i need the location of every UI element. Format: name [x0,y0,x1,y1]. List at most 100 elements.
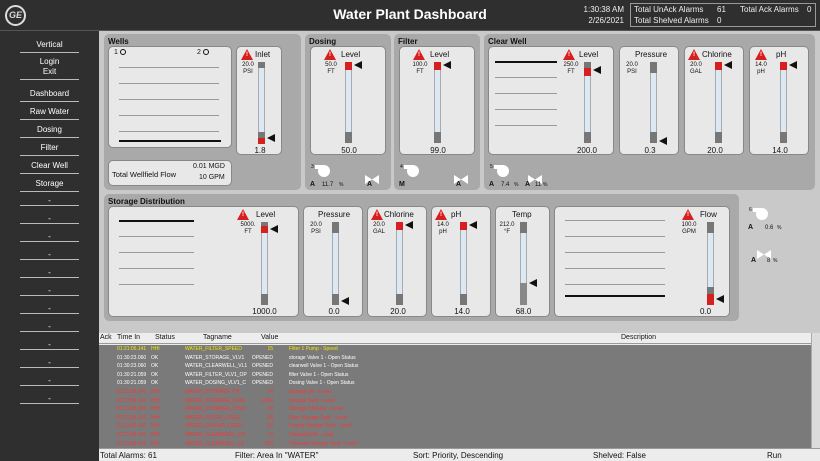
shelved-text[interactable]: Shelved: False [593,451,646,460]
alarm-row[interactable]: 01:21:05.141 HHI WATER_DOSING_LEVEL 50 Dosin… [99,422,811,431]
nav-placeholder[interactable]: - [20,197,79,206]
col-tagname[interactable]: Tagname [203,334,232,341]
alarm-cell-desc: storage Valve 1 - Open Status [289,354,356,361]
nav-placeholder[interactable]: - [20,395,79,404]
clearwell-value: 200.0 [576,146,598,155]
datetime: 1:30:38 AM 2/26/2021 [572,4,624,26]
nav-placeholder[interactable]: - [20,359,79,368]
run-button[interactable]: Run [767,451,782,460]
nav-placeholder[interactable]: - [20,269,79,278]
valve-icon[interactable] [757,246,771,259]
nav-placeholder[interactable]: - [20,287,79,296]
alarm-cell-value: OPENED [251,363,273,370]
dosing-value: 50.0 [341,146,357,155]
ack-label: Total Ack Alarms [740,5,799,14]
tube-cap [434,132,441,143]
alarm-cell-tag: WATER_FILTER_VLV1_OP [185,371,247,378]
trend-grid [565,252,665,253]
total-alarms: Total Alarms: 61 [100,451,157,460]
alarm-row[interactable]: 01:30:23.060 OK WATER_CLEARWELL_VL1 OPENED c… [99,362,811,371]
nav-placeholder[interactable]: - [20,305,79,314]
pump-icon[interactable] [315,164,333,178]
pump-speed-unit: % [339,182,344,188]
alarm-cell-desc: clearwell Valve 1 - Open Status [289,363,359,370]
col-value[interactable]: Value [261,334,278,341]
nav-placeholder[interactable]: - [20,341,79,350]
pressure-tube [332,222,339,305]
alarm-icon [563,49,575,60]
col-ack[interactable]: Ack [100,334,112,341]
alarm-row[interactable]: 01:21:05.141 HHI WATER_STORAGE_PH 14 Storage… [99,388,811,397]
dosing-setpoint: 50.0 FT [325,62,337,75]
chlorine-label: Chlorine [384,210,414,219]
clearwell-chlorine-gauge: Chlorine 20.0GAL 20.0 [684,46,744,155]
alarm-icon [371,209,383,220]
well-1-label: 1 [114,49,118,56]
nav-placeholder[interactable]: - [20,377,79,386]
alarm-cell-time: 01:30:21.059 [117,380,147,387]
valve-percent: 11 [535,182,542,188]
trend-grid [119,67,219,68]
tube-cap [780,132,787,143]
ph-label: pH [451,210,462,219]
nav-exit[interactable]: Exit [20,67,79,77]
pump-icon[interactable] [404,164,422,178]
alarm-cell-tag: WATER_FILTER_LEVEL [185,414,241,421]
ph-tube [780,62,787,143]
flow-setpoint: 100.0 GPM [681,222,697,235]
alarm-row[interactable]: 01:21:05.141 HHI WATER_STORAGE_CHLO 20 Stora… [99,405,811,414]
nav-storage[interactable]: Storage [20,179,79,192]
alarm-row[interactable]: 01:30:23.060 OK WATER_STORAGE_VLV1 OPENED st… [99,353,811,363]
alarm-row[interactable]: 01:21:05.141 HHI WATER_CLEARWELL_LE 200 Clea… [99,439,811,449]
nav-login[interactable]: Login [20,57,79,67]
alarm-row[interactable]: 01:21:05.141 HHI WATER_FILTER_SPEED 15 Filte… [99,345,811,354]
nav-placeholder[interactable]: - [20,323,79,332]
clearwell-panel: Clear Well Level 250.0FT 200.0 Pressure … [484,34,815,190]
valve-icon[interactable] [528,171,542,184]
alarm-row[interactable]: 01:30:21.059 OK WATER_DOSING_VLV1_C OPENED D… [99,379,811,388]
alarm-cell-time: 01:21:05.141 [117,414,147,421]
alarm-row[interactable]: 01:30:21.059 OK WATER_FILTER_VLV1_OP OPENED… [99,370,811,380]
nav-vertical[interactable]: Vertical [20,40,79,53]
valve-icon[interactable] [365,171,379,184]
shelved-label: Total Shelved Alarms [634,16,709,25]
alarm-row[interactable]: 01:21:05.141 HHI WATER_STORAGE_LEVE 1,000 St… [99,396,811,406]
time-text: 1:30:38 AM [583,5,624,14]
nav-clear-well[interactable]: Clear Well [20,161,79,174]
pump-icon[interactable] [494,164,512,178]
tube-fill [584,68,591,76]
alarm-cell-time: 01:21:05.141 [117,397,147,404]
col-description[interactable]: Description [621,334,656,341]
alarm-cell-desc: Dosing Storage Tank - Level [289,423,352,430]
sort-text[interactable]: Sort: Priority, Descending [413,451,503,460]
pump-icon[interactable] [753,207,771,221]
date-text: 2/26/2021 [588,16,624,25]
nav-dosing[interactable]: Dosing [20,125,79,138]
nav-placeholder[interactable]: - [20,233,79,242]
filter-text[interactable]: Filter: Area In "WATER" [235,451,318,460]
nav-placeholder[interactable]: - [20,251,79,260]
tube-cap [584,132,591,143]
wells-trend: 1 2 [108,46,232,148]
alarm-cell-value: 200 [264,440,273,447]
clearwell-setpoint: 250.0 FT [563,62,579,75]
well-2-label: 2 [197,49,201,56]
nav-dashboard[interactable]: Dashboard [20,89,79,102]
tube-cap [460,294,467,305]
alarm-scrollbar[interactable] [811,333,820,448]
trend-grid [495,125,557,126]
alarm-table-header: Ack Time In Status Tagname Value Descrip… [99,333,811,344]
filter-level-gauge: Level 100.0FT 99.0 [399,46,475,155]
nav-filter[interactable]: Filter [20,143,79,156]
well-2-icon [203,49,209,55]
valve-icon[interactable] [454,171,468,184]
alarm-cell-desc: Storage Tank - Level [289,397,335,404]
valve-mode: A [525,181,531,188]
nav-raw-water[interactable]: Raw Water [20,107,79,120]
col-time-in[interactable]: Time In [117,334,140,341]
col-status[interactable]: Status [155,334,175,341]
alarm-icon [755,49,767,60]
alarm-row[interactable]: 01:21:05.141 HHI WATER_FILTER_LEVEL 99 Filte… [99,413,811,423]
alarm-row[interactable]: 01:21:05.141 HHI WATER_CLEARWELL_PH 14 Clear… [99,431,811,440]
nav-placeholder[interactable]: - [20,215,79,224]
